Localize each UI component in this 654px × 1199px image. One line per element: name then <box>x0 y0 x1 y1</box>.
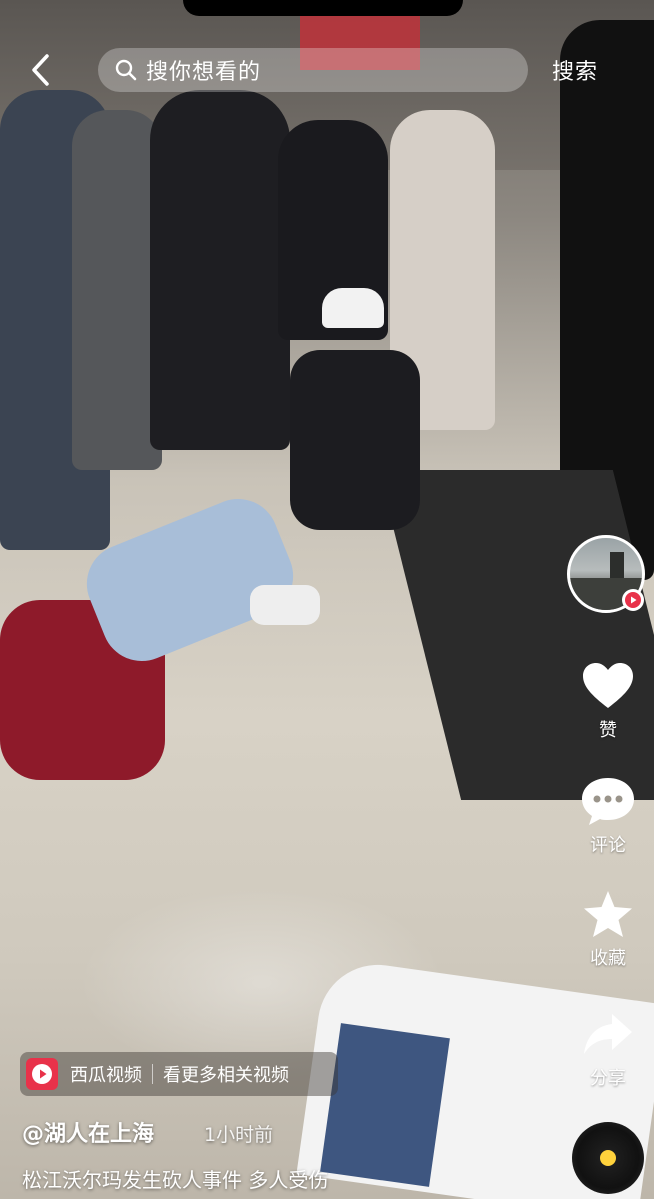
live-badge <box>622 589 644 611</box>
divider <box>152 1064 153 1084</box>
xigua-logo-icon <box>26 1058 58 1090</box>
share-arrow-icon <box>584 1014 632 1054</box>
source-app-name: 西瓜视频 <box>70 1065 142 1086</box>
like-label: 赞 <box>599 720 617 741</box>
back-button[interactable] <box>22 48 58 92</box>
share-label: 分享 <box>590 1068 626 1089</box>
video-caption: 松江沃尔玛发生砍人事件 多人受伤 <box>22 1168 329 1192</box>
favorite-button[interactable]: 收藏 <box>573 888 643 970</box>
camera-notch <box>183 0 463 16</box>
star-icon <box>584 891 632 937</box>
comment-label: 评论 <box>590 835 626 856</box>
chevron-left-icon <box>32 54 49 86</box>
related-videos-link[interactable]: 看更多相关视频 <box>163 1061 289 1087</box>
post-time: 1小时前 <box>204 1124 274 1146</box>
music-disc-icon[interactable] <box>572 1122 644 1194</box>
share-button[interactable]: 分享 <box>573 1008 643 1090</box>
search-button[interactable]: 搜索 <box>552 54 598 86</box>
video-player[interactable]: 搜你想看的 搜索 赞 评论 收藏 分享 西瓜视频 看更多相关视频 @湖人在上海 … <box>0 0 654 1199</box>
heart-icon <box>583 663 633 708</box>
source-app-card[interactable]: 西瓜视频 看更多相关视频 <box>20 1052 338 1096</box>
search-input[interactable]: 搜你想看的 <box>98 48 528 92</box>
like-button[interactable]: 赞 <box>573 660 643 742</box>
comment-button[interactable]: 评论 <box>573 775 643 857</box>
search-placeholder: 搜你想看的 <box>146 60 262 85</box>
video-scene <box>0 0 654 1199</box>
author-name[interactable]: @湖人在上海 <box>22 1116 154 1148</box>
favorite-label: 收藏 <box>590 948 626 969</box>
comment-icon <box>582 778 634 825</box>
search-icon <box>115 59 137 81</box>
